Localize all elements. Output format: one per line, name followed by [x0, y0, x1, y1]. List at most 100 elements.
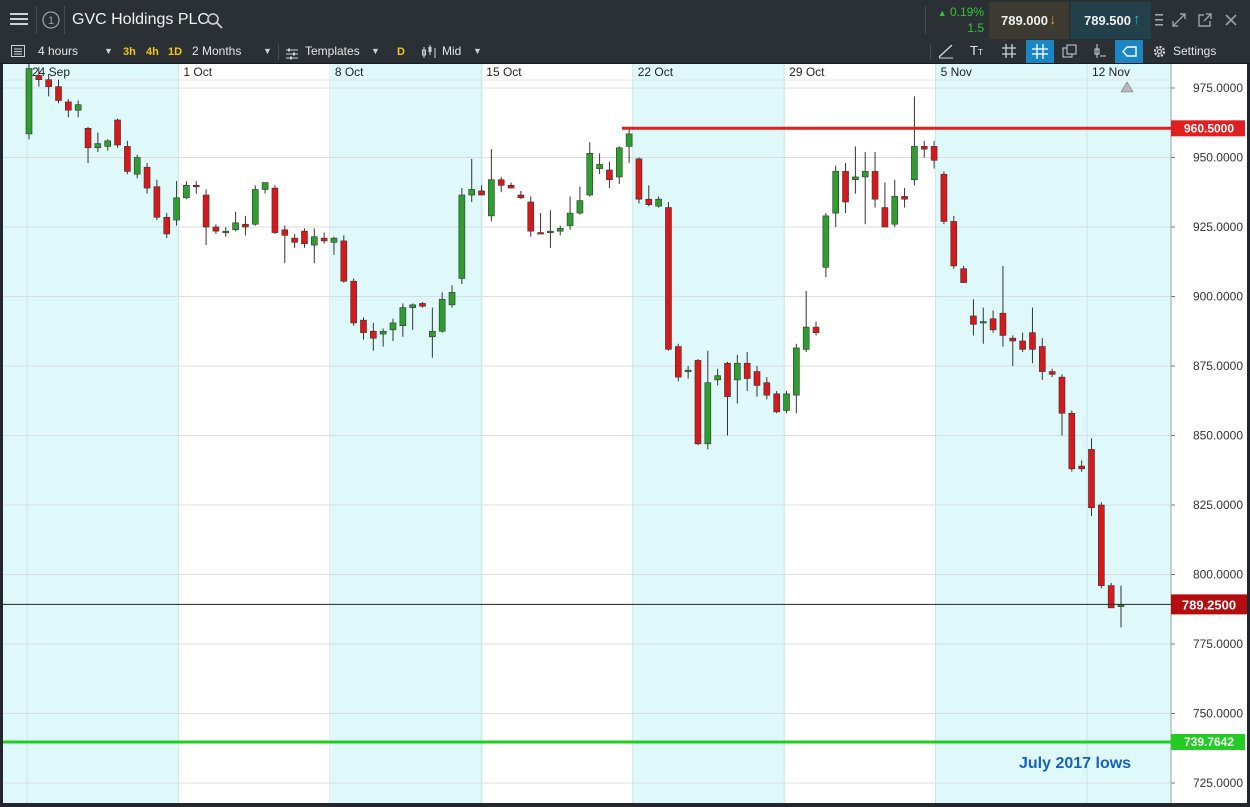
gear-icon	[1152, 44, 1167, 59]
templates-dropdown[interactable]: Templates ▼	[285, 41, 381, 61]
candle-body	[429, 330, 436, 338]
candle-body	[271, 187, 279, 233]
candle-body	[783, 393, 790, 411]
interval-4h-button[interactable]: 4h	[146, 42, 159, 62]
candle-body	[251, 189, 259, 225]
candle-body	[488, 179, 495, 217]
candle-body	[1098, 504, 1105, 586]
interval-dropdown[interactable]: 4 hours ▼	[38, 41, 114, 61]
sell-button[interactable]: 789.000 ↓	[989, 2, 1069, 39]
interval-1d-button[interactable]: 1D	[168, 42, 182, 62]
divider	[930, 44, 931, 60]
candle-body	[1029, 332, 1036, 350]
price-label-button[interactable]	[1115, 40, 1143, 63]
candle-body	[458, 194, 466, 279]
interval-value: 4 hours	[38, 44, 79, 58]
chart-toolbar: 4 hours ▼ 3h 4h 1D 2 Months ▼ Templates …	[0, 40, 1250, 64]
crosshair-button[interactable]	[1026, 40, 1054, 63]
candle-body	[724, 362, 731, 397]
candle-body	[812, 326, 820, 333]
candle-body	[45, 79, 52, 87]
candle-body	[625, 133, 633, 147]
x-tick-label: 8 Oct	[335, 65, 364, 79]
instrument-title: GVC Holdings PLC	[72, 11, 209, 28]
candle-body	[84, 128, 92, 149]
candle-body	[556, 228, 564, 232]
candlestick-chart[interactable]: 975.0000 950.0000 925.0000 900.0000 875.0000…	[3, 64, 1247, 803]
grid-icon[interactable]	[1000, 42, 1018, 60]
x-tick-label: 15 Oct	[486, 65, 522, 79]
candle-body	[163, 216, 171, 235]
close-icon[interactable]	[1224, 13, 1238, 27]
divider	[278, 44, 279, 60]
text-tool-icon[interactable]: TT	[970, 41, 983, 63]
candle-body	[114, 119, 121, 146]
candle-body	[104, 140, 112, 147]
range-dropdown[interactable]: 2 Months ▼	[192, 41, 272, 61]
expand-icon[interactable]	[1171, 12, 1187, 28]
candle-body	[950, 221, 958, 267]
y-tick-label: 750.0000	[1193, 707, 1243, 721]
popout-icon[interactable]	[1197, 12, 1213, 28]
candle-body	[438, 298, 446, 332]
candle-body	[852, 176, 859, 181]
x-tick-label: 12 Nov	[1092, 65, 1130, 79]
candle-body	[133, 157, 141, 175]
candle-body	[871, 171, 879, 200]
chart-list-icon[interactable]	[10, 42, 26, 60]
y-tick-label: 875.0000	[1193, 359, 1243, 373]
candle-body	[891, 196, 899, 225]
candle-body	[301, 230, 308, 244]
buy-price: 789.500	[1084, 13, 1131, 28]
search-icon[interactable]	[206, 12, 224, 30]
buy-button[interactable]: 789.500 ↑	[1071, 2, 1151, 39]
templates-label: Templates	[305, 44, 360, 58]
support-label: 739.7642	[1184, 735, 1234, 749]
candle-body	[350, 280, 357, 324]
candle-body	[1078, 465, 1085, 470]
candle-body	[655, 198, 662, 207]
candle-body	[55, 86, 62, 101]
y-tick-label: 900.0000	[1193, 290, 1243, 304]
menu-icon[interactable]	[9, 9, 31, 29]
y-tick-label: 725.0000	[1193, 776, 1243, 790]
candle-body	[222, 230, 230, 233]
candle-body	[576, 200, 584, 214]
candle-body	[360, 319, 367, 333]
more-icon[interactable]	[1153, 10, 1165, 30]
y-tick-label: 925.0000	[1193, 220, 1243, 234]
candle-body	[448, 292, 456, 306]
candle-body	[1009, 337, 1017, 342]
price-mode-dropdown[interactable]: Mid ▼	[421, 41, 485, 61]
week-band	[935, 64, 1087, 803]
candle-body	[281, 229, 289, 236]
candle-body	[409, 304, 416, 308]
candle-body	[684, 369, 692, 372]
link-group-icon[interactable]: 1	[41, 10, 61, 30]
candle-body	[743, 362, 751, 379]
d-button[interactable]: D	[397, 42, 405, 62]
draw-line-icon[interactable]	[937, 42, 955, 60]
candle-body	[989, 318, 997, 331]
interval-3h-button[interactable]: 3h	[123, 42, 136, 62]
candle-body	[340, 240, 348, 282]
candle-body	[970, 315, 977, 325]
layers-icon[interactable]	[1061, 42, 1079, 60]
candle-body	[753, 371, 761, 386]
chart-area[interactable]: 975.0000 950.0000 925.0000 900.0000 875.0000…	[3, 64, 1247, 803]
y-tick-label: 825.0000	[1193, 498, 1243, 512]
price-tag-icon	[1122, 46, 1137, 57]
candle-body	[714, 375, 721, 381]
candle-body	[960, 268, 967, 283]
candle-body	[911, 146, 918, 181]
resistance-label: 960.5000	[1184, 121, 1234, 135]
indicator-icon[interactable]	[1091, 42, 1109, 60]
candle-body	[793, 347, 800, 396]
candle-body	[517, 194, 525, 199]
candle-body	[497, 179, 505, 186]
candle-body	[1019, 340, 1026, 350]
chevron-down-icon: ▼	[263, 46, 272, 56]
candle-body	[901, 196, 908, 200]
settings-button[interactable]: Settings	[1152, 41, 1216, 61]
templates-icon	[285, 46, 299, 60]
